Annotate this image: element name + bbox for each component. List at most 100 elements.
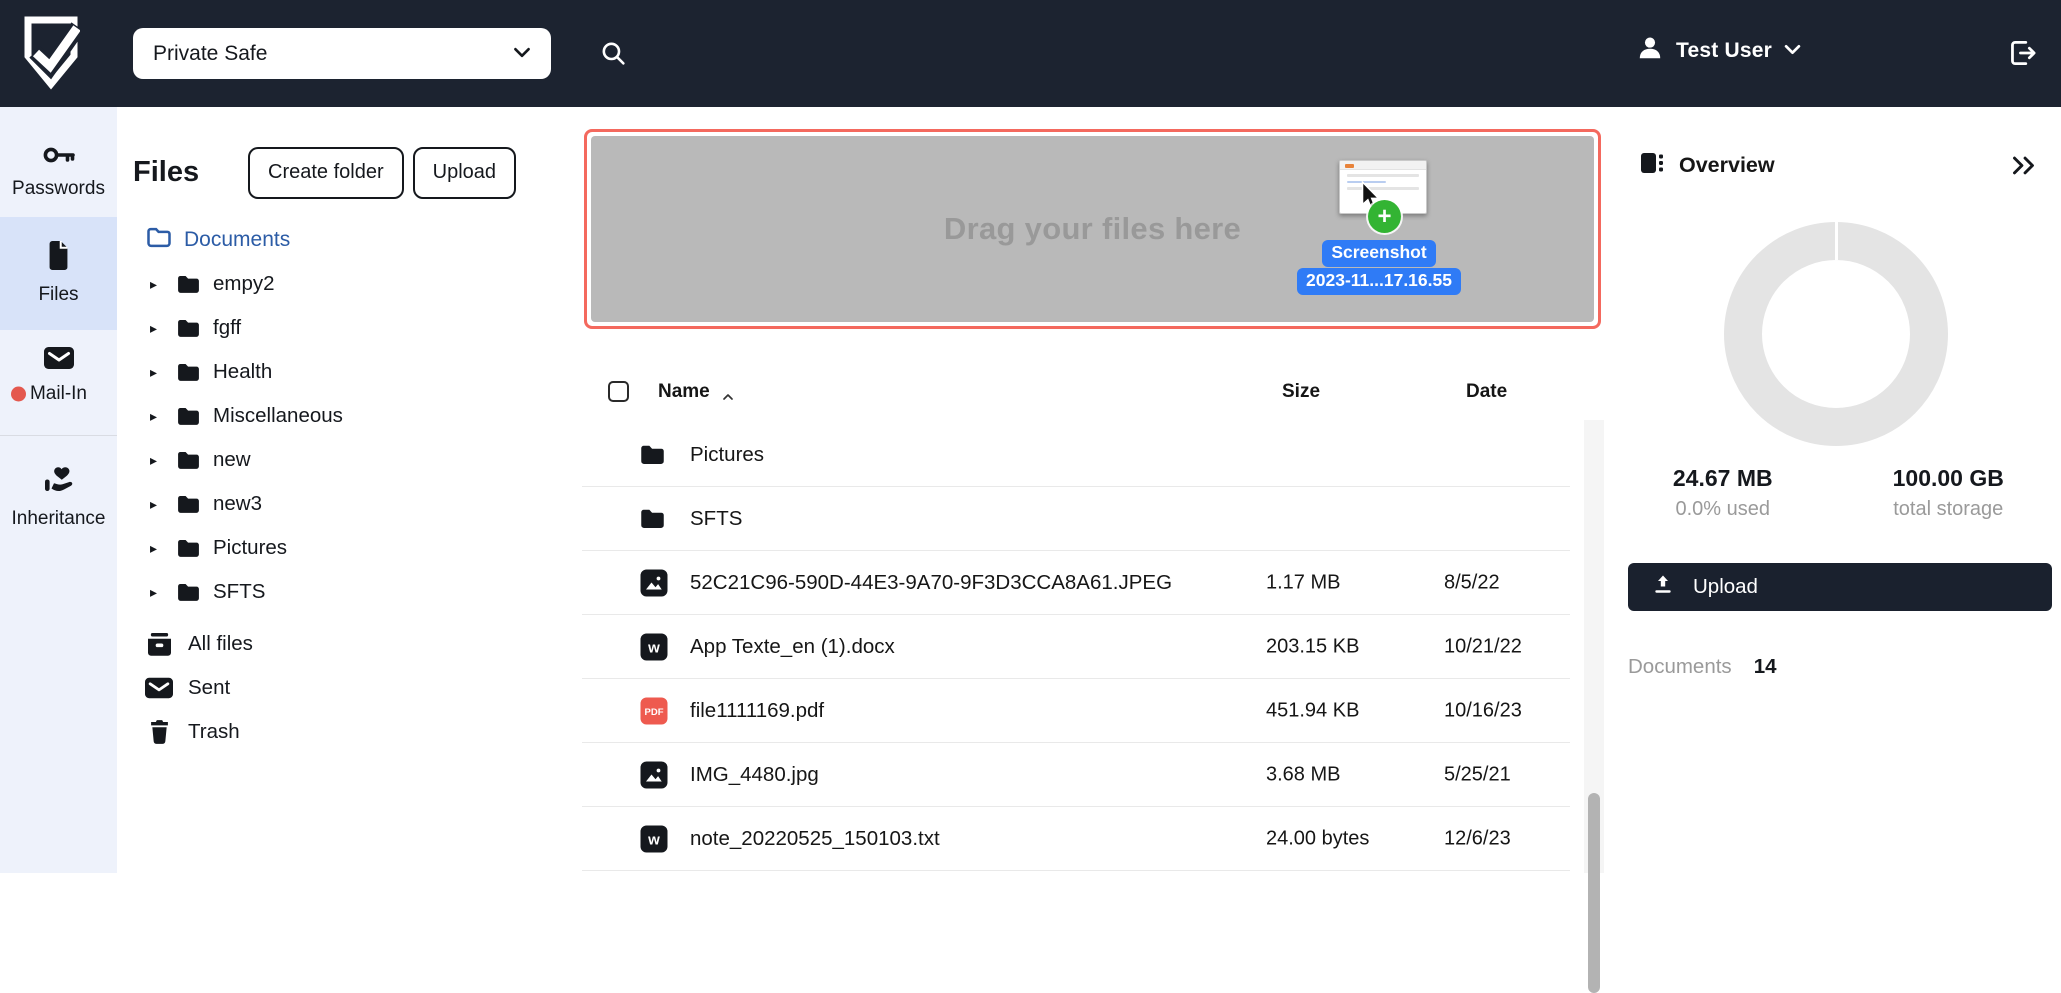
tree-item-fgff[interactable]: ▸fgff bbox=[117, 306, 582, 350]
file-name: 52C21C96-590D-44E3-9A70-9F3D3CCA8A61.JPE… bbox=[690, 571, 1172, 595]
image-file-icon bbox=[639, 760, 669, 790]
tree-item-health[interactable]: ▸ Health bbox=[117, 350, 582, 394]
svg-text:PDF: PDF bbox=[645, 707, 664, 718]
logout-icon[interactable] bbox=[2005, 37, 2037, 74]
tree-item-empy2[interactable]: ▸ empy2 bbox=[117, 262, 582, 306]
file-name: App Texte_en (1).docx bbox=[690, 635, 895, 659]
tree-item-miscellaneous[interactable]: ▸Miscellaneous bbox=[117, 394, 582, 438]
tree-item-new3[interactable]: ▸ new3 bbox=[117, 482, 582, 526]
tree-item-documents[interactable]: Documents bbox=[117, 218, 582, 262]
overview-icon bbox=[1640, 151, 1664, 180]
app-logo-shield-icon bbox=[22, 14, 80, 95]
table-row[interactable]: IMG_4480.jpg3.68 MB5/25/21 bbox=[582, 743, 1570, 807]
upload-button[interactable]: Upload bbox=[413, 147, 516, 199]
sidebar-item-passwords[interactable]: Passwords bbox=[0, 129, 117, 217]
sidebar-item-label: Files bbox=[38, 284, 78, 305]
table-row[interactable]: 52C21C96-590D-44E3-9A70-9F3D3CCA8A61.JPE… bbox=[582, 551, 1570, 615]
user-menu[interactable]: Test User bbox=[1636, 34, 1801, 67]
svg-text:w: w bbox=[647, 639, 660, 656]
caret-right-icon[interactable]: ▸ bbox=[150, 277, 164, 291]
collapse-panel-icon[interactable] bbox=[2011, 156, 2037, 175]
safe-selector-dropdown[interactable]: Private Safe bbox=[133, 28, 551, 79]
chevron-down-icon bbox=[513, 45, 531, 63]
donut-usage-notch bbox=[1835, 222, 1838, 260]
tree-item-trash[interactable]: Trash bbox=[117, 710, 582, 754]
folder-icon bbox=[176, 582, 201, 603]
column-header-size[interactable]: Size bbox=[1282, 381, 1320, 403]
user-name: Test User bbox=[1676, 39, 1772, 63]
tree-item-pictures[interactable]: ▸Pictures bbox=[117, 526, 582, 570]
folder-icon bbox=[176, 362, 201, 383]
column-header-date[interactable]: Date bbox=[1466, 381, 1507, 403]
sidebar-item-files[interactable]: Files bbox=[0, 217, 117, 330]
sidebar-item-label-row: Inheritance bbox=[0, 508, 117, 530]
caret-right-icon[interactable]: ▸ bbox=[150, 365, 164, 379]
tree-item-sfts[interactable]: ▸ SFTS bbox=[117, 570, 582, 614]
folder-icon bbox=[176, 494, 201, 515]
tree-item-label: Health bbox=[213, 360, 272, 384]
drag-copy-plus-badge-icon: + bbox=[1368, 200, 1401, 233]
caret-right-icon[interactable]: ▸ bbox=[150, 321, 164, 335]
tree-item-new[interactable]: ▸new bbox=[117, 438, 582, 482]
archive-icon bbox=[145, 633, 173, 656]
dragged-file-label: Screenshot 2023-11...17.16.55 bbox=[1279, 240, 1479, 295]
file-name: note_20220525_150103.txt bbox=[690, 827, 940, 851]
select-all-checkbox[interactable] bbox=[608, 381, 629, 402]
caret-right-icon[interactable]: ▸ bbox=[150, 497, 164, 511]
safe-selector-value: Private Safe bbox=[153, 42, 267, 66]
mail-icon bbox=[44, 347, 74, 374]
sidebar-item-label-row: Files bbox=[0, 284, 117, 306]
tree-item-label: new3 bbox=[213, 492, 262, 516]
caret-right-icon[interactable]: ▸ bbox=[150, 453, 164, 467]
table-row[interactable]: wnote_20220525_150103.txt24.00 bytes12/6… bbox=[582, 807, 1570, 871]
unread-dot-badge bbox=[11, 387, 26, 402]
sidebar-item-label-row: Mail-In bbox=[0, 383, 117, 405]
pdf-file-icon: PDF bbox=[639, 696, 669, 726]
column-header-name[interactable]: Name bbox=[658, 381, 710, 403]
table-scrollbar-track[interactable] bbox=[1584, 420, 1604, 873]
folder-open-icon bbox=[146, 227, 172, 253]
tree-item-label: empy2 bbox=[213, 272, 275, 296]
table-row[interactable]: SFTS bbox=[582, 487, 1570, 551]
folder-icon bbox=[176, 318, 201, 339]
file-dropzone[interactable]: Drag your files here + Screenshot 2023-1… bbox=[584, 129, 1601, 329]
caret-right-icon[interactable]: ▸ bbox=[150, 409, 164, 423]
left-sidebar: Passwords Files Mail-In Inheritance bbox=[0, 107, 117, 873]
caret-right-icon[interactable]: ▸ bbox=[150, 585, 164, 599]
panel-upload-button[interactable]: Upload bbox=[1628, 563, 2052, 611]
tree-item-sent[interactable]: Sent bbox=[117, 666, 582, 710]
storage-donut-chart bbox=[1724, 222, 1948, 446]
user-avatar-icon bbox=[1636, 34, 1664, 67]
file-date: 5/25/21 bbox=[1444, 763, 1511, 786]
sidebar-item-label-row: Passwords bbox=[0, 178, 117, 200]
table-row[interactable]: wApp Texte_en (1).docx203.15 KB10/21/22 bbox=[582, 615, 1570, 679]
trash-icon bbox=[145, 719, 173, 745]
chevron-down-icon bbox=[1784, 42, 1801, 60]
table-scrollbar-thumb[interactable] bbox=[1588, 793, 1600, 993]
caret-right-icon[interactable]: ▸ bbox=[150, 541, 164, 555]
sort-ascending-icon bbox=[722, 388, 734, 406]
documents-count-label: Documents bbox=[1628, 655, 1732, 679]
folder-icon bbox=[176, 538, 201, 559]
storage-used-stat: 24.67 MB 0.0% used bbox=[1610, 465, 1836, 521]
sidebar-item-inheritance[interactable]: Inheritance bbox=[0, 449, 117, 547]
search-icon[interactable] bbox=[600, 40, 627, 72]
word-file-icon: w bbox=[639, 632, 669, 662]
file-size: 3.68 MB bbox=[1266, 763, 1340, 786]
files-panel-title: Files bbox=[133, 156, 248, 189]
create-folder-button[interactable]: Create folder bbox=[248, 147, 404, 199]
storage-total-stat: 100.00 GB total storage bbox=[1836, 465, 2061, 521]
tree-item-all-files[interactable]: All files bbox=[117, 622, 582, 666]
file-name: file1111169.pdf bbox=[690, 699, 824, 723]
folder-icon bbox=[176, 406, 201, 427]
table-row[interactable]: PDFfile1111169.pdf451.94 KB10/16/23 bbox=[582, 679, 1570, 743]
tree-item-label: SFTS bbox=[213, 580, 265, 604]
sidebar-item-label: Mail-In bbox=[30, 383, 87, 404]
folder-icon bbox=[176, 450, 201, 471]
documents-count-row: Documents 14 bbox=[1628, 655, 1777, 679]
table-row[interactable]: Pictures bbox=[582, 423, 1570, 487]
tree-item-label: Documents bbox=[184, 228, 290, 252]
sidebar-item-mail-in[interactable]: Mail-In bbox=[0, 330, 117, 422]
panel-upload-label: Upload bbox=[1693, 575, 1758, 599]
folder-file-icon bbox=[639, 443, 666, 466]
